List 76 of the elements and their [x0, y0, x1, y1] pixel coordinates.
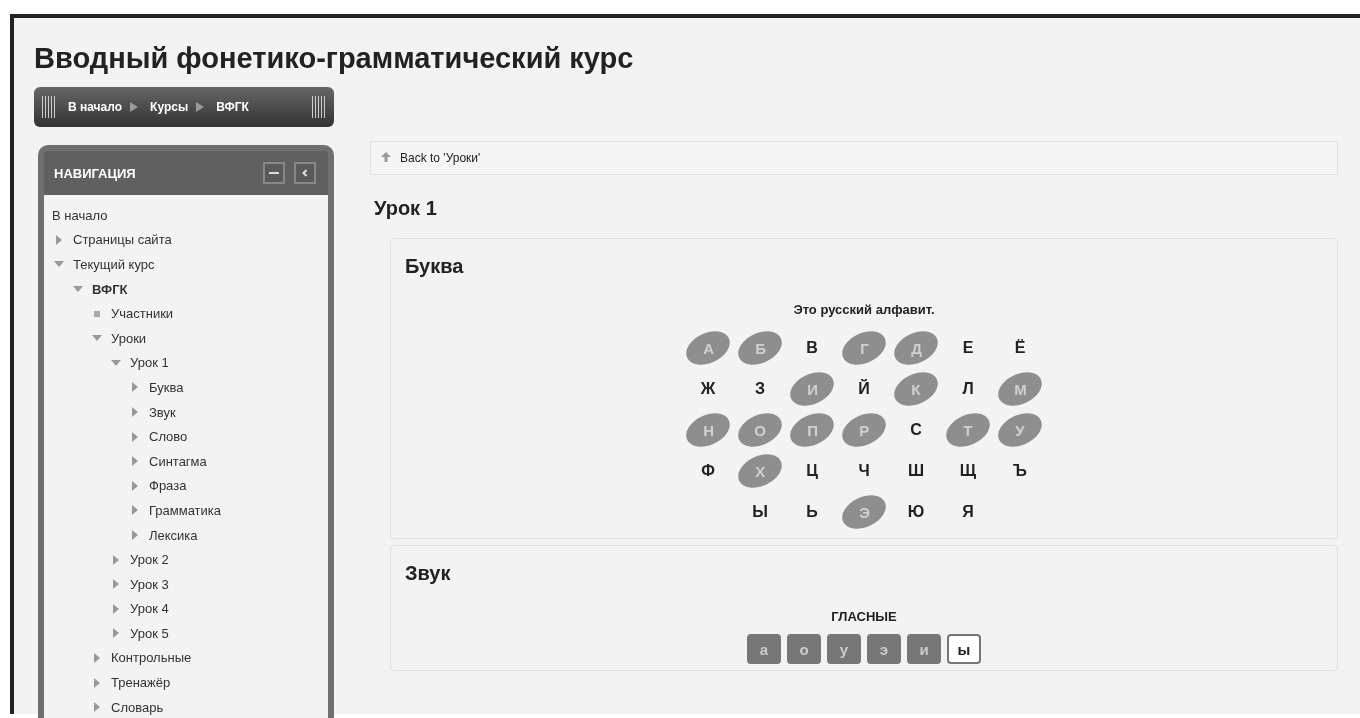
- nav-link[interactable]: Участники: [111, 306, 174, 322]
- nav-link[interactable]: Контрольные: [111, 650, 192, 666]
- nav-link[interactable]: В начало: [52, 207, 108, 223]
- collapsed-arrow-icon[interactable]: [111, 628, 121, 639]
- nav-link[interactable]: Текущий курс: [73, 257, 155, 272]
- letter[interactable]: Я: [962, 502, 974, 521]
- nav-link[interactable]: Урок 2: [130, 552, 169, 568]
- collapsed-arrow-icon[interactable]: [54, 234, 64, 245]
- section-caption: Это русский алфавит.: [792, 302, 936, 317]
- letter-key[interactable]: ы: [947, 634, 981, 664]
- breadcrumb-link[interactable]: Курсы: [150, 100, 189, 114]
- letter[interactable]: В: [806, 338, 818, 357]
- collapsed-arrow-icon[interactable]: [111, 603, 121, 614]
- letter[interactable]: Щ: [959, 461, 977, 480]
- collapse-icon[interactable]: [263, 162, 285, 184]
- letter[interactable]: Е: [962, 338, 974, 357]
- back-link[interactable]: Back to 'Уроки': [400, 151, 481, 165]
- letter[interactable]: Й: [858, 379, 870, 398]
- nav-link[interactable]: Урок 1: [130, 355, 169, 371]
- letter[interactable]: Ь: [806, 502, 818, 521]
- nav-link[interactable]: Лексика: [149, 527, 198, 543]
- letter[interactable]: Л: [962, 379, 974, 398]
- section-title: Звук: [405, 562, 452, 585]
- lesson-title: Урок 1: [374, 197, 438, 220]
- letter[interactable]: Ж: [700, 379, 716, 398]
- nav-link[interactable]: Буква: [149, 379, 184, 395]
- collapsed-arrow-icon[interactable]: [130, 407, 140, 418]
- expanded-arrow-icon[interactable]: [111, 359, 121, 366]
- collapsed-arrow-icon[interactable]: [130, 480, 140, 491]
- nav-link[interactable]: Урок 3: [130, 576, 169, 592]
- nav-link[interactable]: Страницы сайта: [73, 232, 172, 248]
- collapsed-arrow-icon[interactable]: [92, 702, 102, 713]
- nav-link[interactable]: Уроки: [111, 330, 147, 346]
- collapsed-arrow-icon[interactable]: [92, 677, 102, 688]
- collapsed-arrow-icon[interactable]: [92, 653, 102, 663]
- collapsed-arrow-icon[interactable]: [130, 456, 140, 467]
- expanded-arrow-icon[interactable]: [92, 335, 102, 342]
- separator-icon: [196, 102, 205, 112]
- collapsed-arrow-icon[interactable]: [111, 554, 121, 565]
- letter[interactable]: Ю: [907, 502, 925, 521]
- letter[interactable]: Ъ: [1013, 461, 1027, 480]
- nav-link[interactable]: Урок 5: [130, 625, 169, 641]
- up-arrow-icon: [381, 151, 391, 165]
- letter[interactable]: Ш: [907, 461, 925, 480]
- nav-link[interactable]: ВФГК: [92, 281, 128, 297]
- letter[interactable]: С: [910, 420, 922, 439]
- nav-link[interactable]: Словарь: [111, 699, 164, 715]
- collapsed-arrow-icon[interactable]: [130, 382, 140, 393]
- breadcrumb-link[interactable]: В начало: [68, 100, 123, 114]
- bullet-icon: [92, 310, 102, 317]
- separator-icon: [130, 102, 139, 112]
- nav-link[interactable]: Грамматика: [149, 502, 221, 518]
- nav-link[interactable]: Тренажёр: [111, 675, 171, 691]
- nav-link[interactable]: Звук: [149, 404, 176, 420]
- page-title: Вводный фонетико-грамматический курс: [34, 41, 635, 76]
- expanded-arrow-icon[interactable]: [54, 261, 64, 268]
- letter[interactable]: Ё: [1014, 338, 1026, 357]
- collapsed-arrow-icon[interactable]: [111, 579, 121, 590]
- section-caption: ГЛАСНЫЕ: [830, 609, 898, 624]
- letter[interactable]: З: [755, 379, 765, 398]
- nav-link[interactable]: Урок 4: [130, 601, 169, 617]
- expanded-arrow-icon[interactable]: [73, 286, 83, 293]
- nav-link[interactable]: Фраза: [149, 478, 187, 494]
- letter[interactable]: Ы: [752, 502, 768, 521]
- letter[interactable]: Ф: [701, 461, 715, 480]
- section-title: Буква: [405, 255, 465, 278]
- collapsed-arrow-icon[interactable]: [130, 431, 140, 442]
- breadcrumb-link[interactable]: ВФГК: [216, 100, 249, 114]
- collapsed-arrow-icon[interactable]: [130, 505, 140, 516]
- dock-icon[interactable]: [294, 162, 316, 184]
- nav-link[interactable]: Синтагма: [149, 453, 207, 469]
- letter[interactable]: Ч: [858, 461, 870, 480]
- letter[interactable]: Ц: [806, 461, 818, 480]
- collapsed-arrow-icon[interactable]: [130, 530, 140, 540]
- block-title: НАВИГАЦИЯ: [54, 165, 136, 181]
- nav-link[interactable]: Слово: [149, 429, 188, 445]
